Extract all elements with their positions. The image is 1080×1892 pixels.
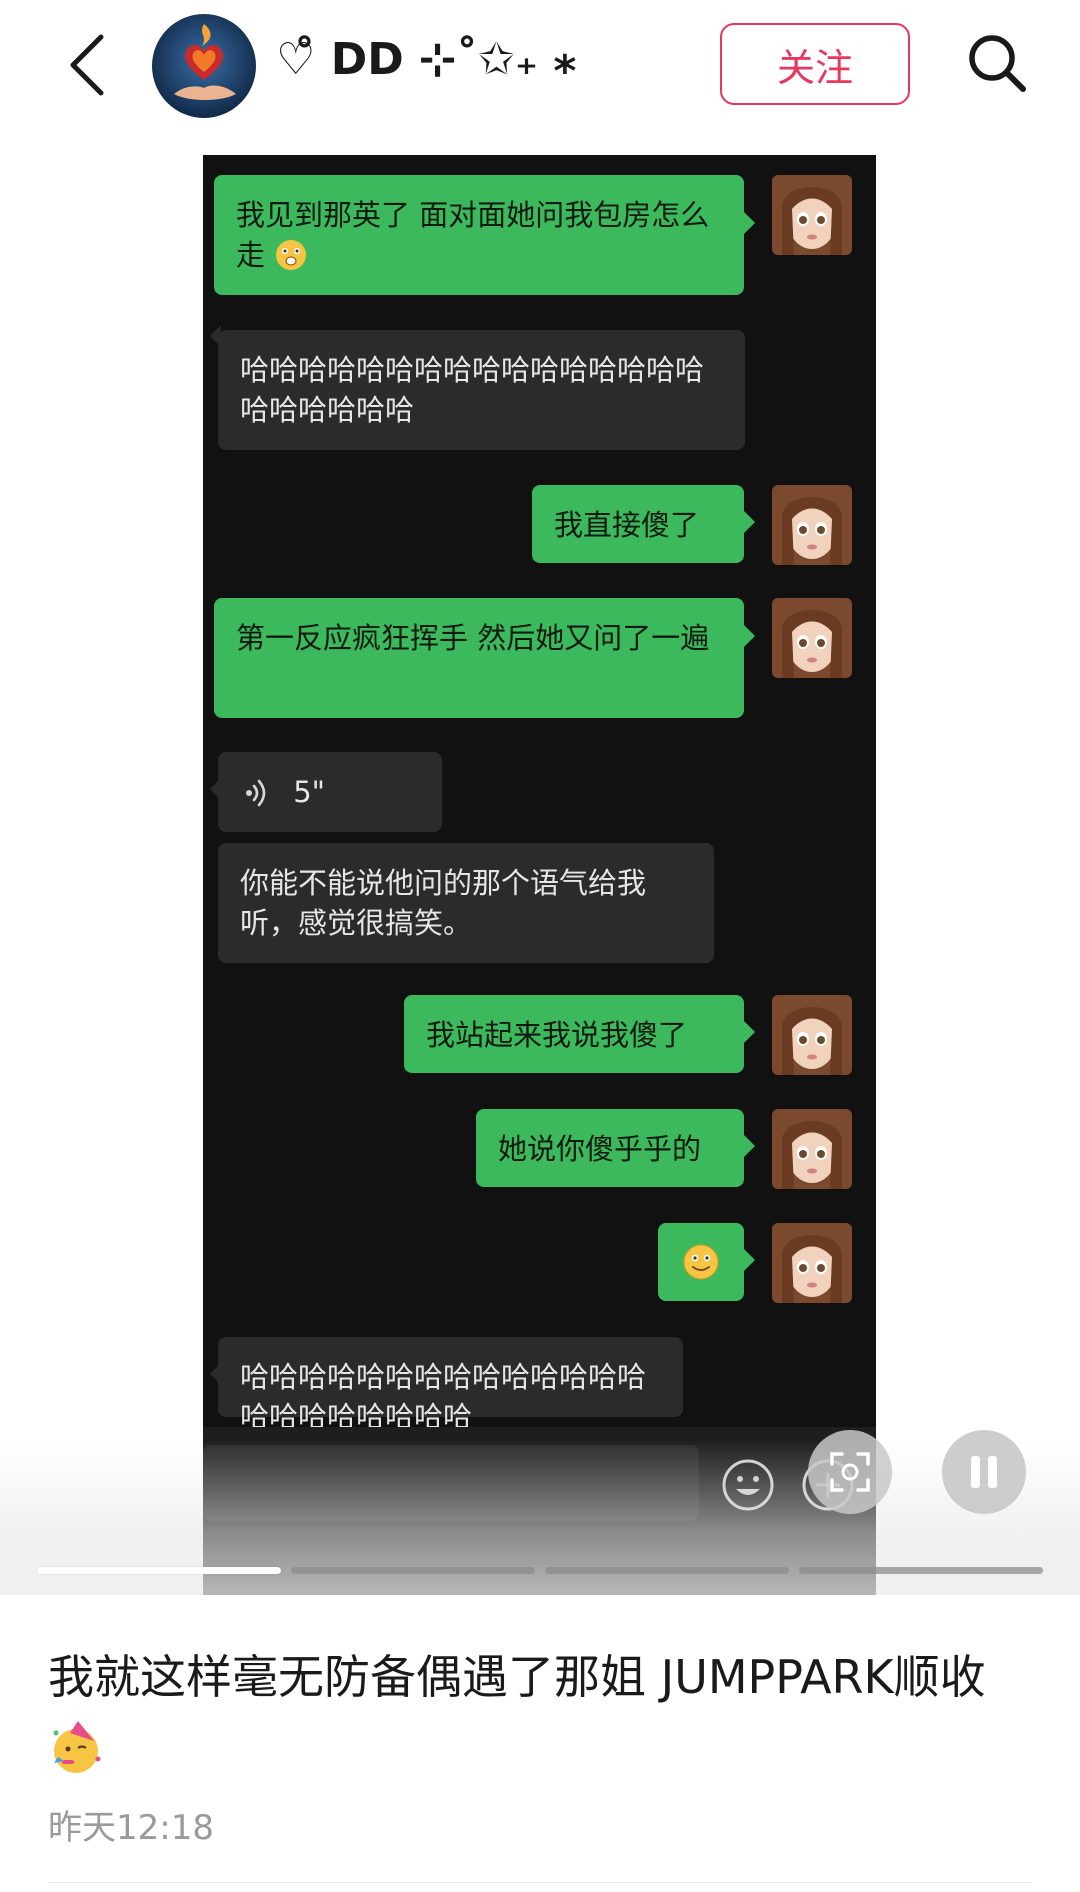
chat-bubble-sent: 我站起来我说我傻了 xyxy=(404,995,744,1073)
author-name[interactable]: ♡̊ DD ⊹˚✩₊ ⁎ xyxy=(276,34,576,85)
top-bar: ♡̊ DD ⊹˚✩₊ ⁎ 关注 xyxy=(0,0,1080,156)
sender-avatar xyxy=(772,1109,852,1189)
voice-duration: 5" xyxy=(293,775,326,809)
message-text: 第一反应疯狂挥手 然后她又问了一遍 xyxy=(236,621,710,655)
message-text: 我站起来我说我傻了 xyxy=(426,1018,688,1052)
scan-button[interactable] xyxy=(808,1430,892,1514)
chat-bubble-received: 你能不能说他问的那个语气给我听，感觉很搞笑。 xyxy=(218,843,714,963)
chat-bubble-sent: 第一反应疯狂挥手 然后她又问了一遍 xyxy=(214,598,744,718)
smile-emoji xyxy=(683,1244,719,1280)
back-button[interactable] xyxy=(52,30,122,100)
chat-bubble-received: 哈哈哈哈哈哈哈哈哈哈哈哈哈哈哈哈哈哈哈哈哈哈 xyxy=(218,1337,683,1434)
party-face-emoji xyxy=(53,1721,101,1773)
sender-avatar xyxy=(772,485,852,565)
voice-message[interactable]: 5" xyxy=(218,752,442,832)
emoji-face-icon xyxy=(722,1459,774,1511)
chat-input-field xyxy=(203,1445,699,1521)
voice-wave-icon xyxy=(246,779,266,807)
doll-avatar-icon xyxy=(772,175,852,255)
message-text: 哈哈哈哈哈哈哈哈哈哈哈哈哈哈哈哈哈哈哈哈哈哈 xyxy=(240,1360,647,1434)
chat-bubble-sent: 我直接傻了 xyxy=(532,485,744,563)
post-media[interactable]: 我见到那英了 面对面她问我包房怎么走 哈哈哈哈哈哈哈哈哈哈哈哈哈哈哈哈哈哈哈哈哈 xyxy=(0,155,1080,1595)
doll-avatar-icon xyxy=(772,1223,852,1303)
grimace-emoji xyxy=(276,240,307,270)
caption-text: 我就这样毫无防备偶遇了那姐 JUMPPARK顺收 xyxy=(48,1650,986,1704)
doll-avatar-icon xyxy=(772,995,852,1075)
chat-bubble-sent xyxy=(658,1223,744,1301)
flaming-heart-avatar xyxy=(152,14,256,118)
progress-segment[interactable] xyxy=(799,1567,1043,1574)
pause-icon xyxy=(971,1456,997,1488)
message-text: 我直接傻了 xyxy=(554,508,700,542)
scan-icon xyxy=(830,1452,870,1492)
sender-avatar xyxy=(772,598,852,678)
sender-avatar xyxy=(772,1223,852,1303)
chat-bubble-received: 哈哈哈哈哈哈哈哈哈哈哈哈哈哈哈哈哈哈哈哈哈哈 xyxy=(218,330,745,450)
doll-avatar-icon xyxy=(772,598,852,678)
search-button[interactable] xyxy=(962,28,1032,98)
message-text: 你能不能说他问的那个语气给我听，感觉很搞笑。 xyxy=(240,866,647,940)
doll-avatar-icon xyxy=(772,485,852,565)
chat-bubble-sent: 我见到那英了 面对面她问我包房怎么走 xyxy=(214,175,744,295)
back-chevron-icon xyxy=(70,34,104,96)
search-icon xyxy=(969,35,1026,92)
divider xyxy=(48,1882,1032,1883)
doll-avatar-icon xyxy=(772,1109,852,1189)
chat-bubble-sent: 她说你傻乎乎的 xyxy=(476,1109,744,1187)
pause-button[interactable] xyxy=(942,1430,1026,1514)
follow-button[interactable]: 关注 xyxy=(720,23,910,105)
post-timestamp: 昨天12:18 xyxy=(48,1808,214,1848)
progress-segment[interactable] xyxy=(545,1567,789,1574)
post-caption: 我就这样毫无防备偶遇了那姐 JUMPPARK顺收 xyxy=(48,1640,1038,1788)
message-text: 她说你傻乎乎的 xyxy=(498,1132,702,1166)
progress-segment[interactable] xyxy=(37,1567,281,1574)
chat-screenshot: 我见到那英了 面对面她问我包房怎么走 哈哈哈哈哈哈哈哈哈哈哈哈哈哈哈哈哈哈哈哈哈 xyxy=(203,155,876,1595)
sender-avatar xyxy=(772,175,852,255)
message-text: 哈哈哈哈哈哈哈哈哈哈哈哈哈哈哈哈哈哈哈哈哈哈 xyxy=(240,353,705,427)
progress-segment[interactable] xyxy=(291,1567,535,1574)
author-avatar[interactable] xyxy=(152,14,256,118)
sender-avatar xyxy=(772,995,852,1075)
